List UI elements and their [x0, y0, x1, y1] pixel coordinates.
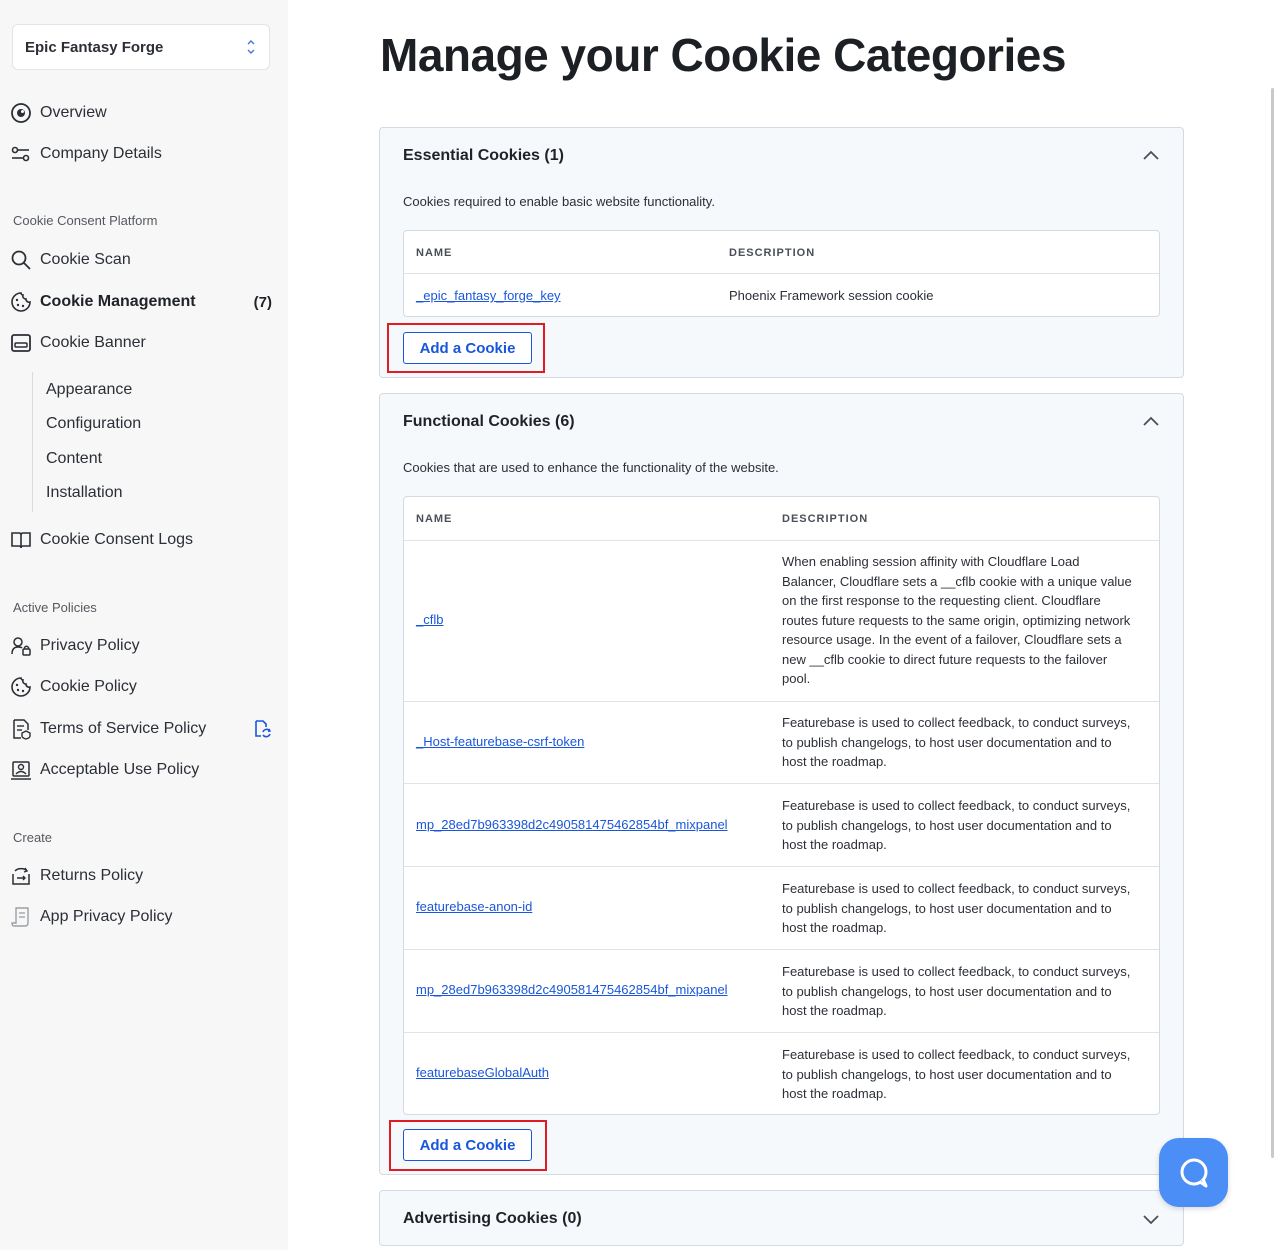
cookie-icon — [10, 291, 32, 313]
workspace-name: Epic Fantasy Forge — [25, 38, 164, 56]
nav-content[interactable]: Content — [46, 450, 102, 468]
advertising-cookies-card: Advertising Cookies (0) — [379, 1190, 1184, 1246]
sync-document-icon[interactable] — [252, 719, 272, 739]
book-icon — [10, 529, 32, 551]
sidebar: Epic Fantasy Forge Overview Company Deta… — [0, 0, 288, 1250]
cookie-description: Featurebase is used to collect feedback,… — [782, 964, 1131, 1018]
acceptable-use-icon — [10, 759, 32, 781]
cookie-name-link[interactable]: mp_28ed7b963398d2c490581475462854bf_mixp… — [416, 982, 728, 997]
nav-overview[interactable]: Overview — [10, 99, 278, 127]
nav-app-privacy-policy-label: App Privacy Policy — [40, 908, 173, 925]
row-divider — [404, 701, 1159, 702]
cookie-count-badge: (7) — [253, 293, 272, 311]
col-description-header: DESCRIPTION — [782, 513, 869, 525]
functional-cookies-title[interactable]: Functional Cookies (6) — [403, 413, 575, 431]
essential-cookies-title[interactable]: Essential Cookies (1) — [403, 147, 564, 165]
nav-cookie-scan[interactable]: Cookie Scan — [10, 246, 278, 274]
nav-cookie-consent-logs-label: Cookie Consent Logs — [40, 531, 193, 548]
functional-cookies-desc: Cookies that are used to enhance the fun… — [403, 460, 779, 475]
nav-privacy-policy[interactable]: Privacy Policy — [10, 632, 278, 660]
nav-installation[interactable]: Installation — [46, 484, 123, 502]
nav-app-privacy-policy[interactable]: App Privacy Policy — [10, 903, 278, 931]
nav-terms-policy-label: Terms of Service Policy — [40, 720, 207, 737]
nav-cookie-banner-label: Cookie Banner — [40, 334, 146, 351]
banner-submenu-line — [32, 372, 33, 512]
cookie-description: Phoenix Framework session cookie — [729, 288, 934, 303]
cookie-name-link[interactable]: _cflb — [416, 612, 443, 627]
nav-privacy-policy-label: Privacy Policy — [40, 637, 140, 654]
cookie-name-link[interactable]: _Host-featurebase-csrf-token — [416, 734, 584, 749]
search-icon — [10, 249, 32, 271]
section-title-create: Create — [13, 830, 53, 845]
terms-icon — [10, 718, 32, 740]
section-title-ccp: Cookie Consent Platform — [13, 213, 158, 228]
nav-terms-policy[interactable]: Terms of Service Policy — [10, 715, 278, 743]
cookie-policy-icon — [10, 676, 32, 698]
essential-cookies-table: NAME DESCRIPTION _epic_fantasy_forge_key… — [403, 230, 1160, 317]
nav-cookie-consent-logs[interactable]: Cookie Consent Logs — [10, 526, 278, 554]
nav-configuration[interactable]: Configuration — [46, 415, 141, 433]
company-details-icon — [10, 143, 32, 165]
nav-acceptable-use[interactable]: Acceptable Use Policy — [10, 756, 278, 784]
nav-cookie-management[interactable]: Cookie Management (7) — [10, 288, 278, 316]
updown-chevron-icon — [247, 40, 255, 54]
chevron-up-icon[interactable] — [1141, 412, 1161, 432]
row-divider — [404, 949, 1159, 950]
functional-cookies-card: Functional Cookies (6) Cookies that are … — [379, 393, 1184, 1175]
cookie-name-link[interactable]: _epic_fantasy_forge_key — [416, 288, 561, 303]
cookie-description: Featurebase is used to collect feedback,… — [782, 1047, 1131, 1101]
cookie-description: Featurebase is used to collect feedback,… — [782, 715, 1131, 769]
advertising-cookies-title[interactable]: Advertising Cookies (0) — [403, 1210, 582, 1228]
cookie-description: Featurebase is used to collect feedback,… — [782, 881, 1131, 935]
nav-returns-policy[interactable]: Returns Policy — [10, 862, 278, 890]
row-divider — [404, 1032, 1159, 1033]
nav-cookie-policy-label: Cookie Policy — [40, 678, 137, 695]
col-name-header: NAME — [416, 247, 453, 259]
app-privacy-icon — [10, 906, 32, 928]
nav-cookie-banner[interactable]: Cookie Banner — [10, 329, 278, 357]
page-title: Manage your Cookie Categories — [380, 29, 1066, 81]
cookie-name-link[interactable]: featurebaseGlobalAuth — [416, 1065, 549, 1080]
nav-company-details[interactable]: Company Details — [10, 140, 278, 168]
cookie-name-link[interactable]: mp_28ed7b963398d2c490581475462854bf_mixp… — [416, 817, 728, 832]
workspace-selector[interactable]: Epic Fantasy Forge — [12, 24, 270, 70]
overview-icon — [10, 102, 32, 124]
row-divider — [404, 866, 1159, 867]
banner-icon — [10, 332, 32, 354]
cookie-name-link[interactable]: featurebase-anon-id — [416, 899, 532, 914]
col-description-header: DESCRIPTION — [729, 247, 816, 259]
header-divider — [404, 540, 1159, 541]
returns-icon — [10, 865, 32, 887]
chevron-up-icon[interactable] — [1141, 146, 1161, 166]
cookie-description: Featurebase is used to collect feedback,… — [782, 798, 1131, 852]
chevron-down-icon[interactable] — [1141, 1209, 1161, 1229]
highlight-box — [387, 323, 545, 373]
nav-overview-label: Overview — [40, 104, 107, 121]
nav-company-details-label: Company Details — [40, 145, 162, 162]
nav-acceptable-use-label: Acceptable Use Policy — [40, 761, 200, 778]
nav-cookie-policy[interactable]: Cookie Policy — [10, 673, 278, 701]
nav-appearance[interactable]: Appearance — [46, 381, 132, 399]
header-divider — [404, 273, 1159, 274]
cookie-description: When enabling session affinity with Clou… — [782, 554, 1132, 686]
nav-cookie-management-label: Cookie Management — [40, 293, 196, 310]
essential-cookies-desc: Cookies required to enable basic website… — [403, 194, 715, 209]
nav-cookie-scan-label: Cookie Scan — [40, 251, 131, 268]
chat-launcher-button[interactable] — [1159, 1138, 1228, 1207]
functional-cookies-table: NAME DESCRIPTION _cflb When enabling ses… — [403, 496, 1160, 1115]
privacy-icon — [10, 635, 32, 657]
col-name-header: NAME — [416, 513, 453, 525]
section-title-active: Active Policies — [13, 600, 97, 615]
chat-icon — [1180, 1158, 1207, 1187]
nav-returns-policy-label: Returns Policy — [40, 867, 144, 884]
highlight-box — [389, 1120, 547, 1171]
row-divider — [404, 783, 1159, 784]
